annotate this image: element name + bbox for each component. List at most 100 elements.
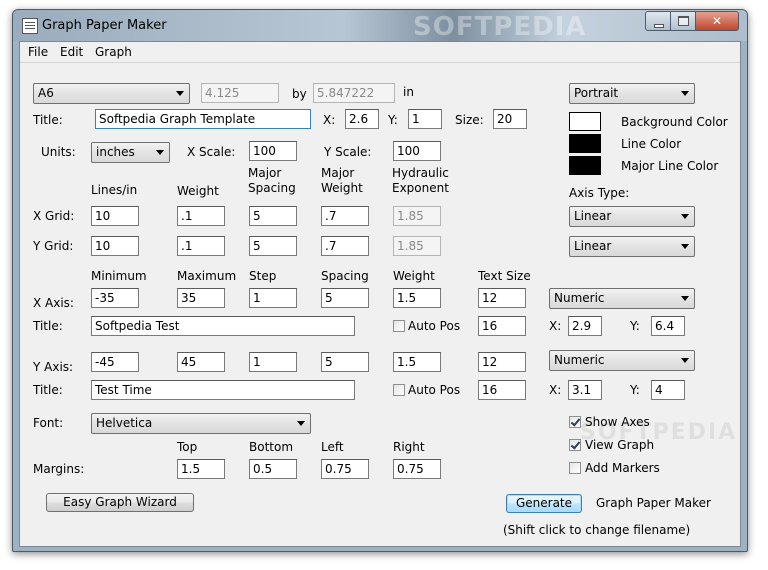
view-graph-label[interactable]: View Graph xyxy=(585,438,654,452)
add-markers-checkbox[interactable] xyxy=(569,462,581,474)
minimize-button[interactable] xyxy=(645,11,671,31)
menu-file[interactable]: File xyxy=(28,45,48,59)
chevron-down-icon xyxy=(297,421,305,426)
chevron-down-icon xyxy=(681,91,689,96)
y-axis-auto-pos-label[interactable]: Auto Pos xyxy=(408,383,460,397)
x-grid-major-weight-input[interactable]: .7 xyxy=(321,206,369,226)
y-axis-title-x-input[interactable]: 3.1 xyxy=(568,380,602,400)
x-axis-title-size-input[interactable]: 16 xyxy=(478,316,526,336)
title-y-input[interactable]: 1 xyxy=(408,109,442,129)
y-axis-step-input[interactable]: 1 xyxy=(249,352,297,372)
y-grid-weight-input[interactable]: .1 xyxy=(177,236,225,256)
generate-button[interactable]: Generate xyxy=(506,494,582,513)
axes-header-text-size: Text Size xyxy=(478,269,531,283)
x-axis-type-value: Linear xyxy=(574,209,612,223)
x-axis-weight-input[interactable]: 1.5 xyxy=(393,288,441,308)
x-grid-hydraulic-input: 1.85 xyxy=(393,206,441,226)
maximize-button[interactable] xyxy=(670,11,696,31)
axes-header-spacing: Spacing xyxy=(321,269,369,283)
add-markers-label[interactable]: Add Markers xyxy=(585,461,660,475)
x-axis-minimum-input[interactable]: -35 xyxy=(91,288,139,308)
title-size-label: Size: xyxy=(455,113,484,127)
x-grid-weight-input[interactable]: .1 xyxy=(177,206,225,226)
y-axis-weight-input[interactable]: 1.5 xyxy=(393,352,441,372)
x-axis-auto-pos-label[interactable]: Auto Pos xyxy=(408,319,460,333)
x-axis-format-select[interactable]: Numeric xyxy=(549,288,695,309)
margin-header-top: Top xyxy=(177,440,198,454)
y-grid-major-spacing-input[interactable]: 5 xyxy=(249,236,297,256)
x-axis-title-y-input[interactable]: 6.4 xyxy=(651,316,685,336)
y-axis-title-size-input[interactable]: 16 xyxy=(478,380,526,400)
y-axis-title-input[interactable]: Test Time xyxy=(91,380,355,400)
graph-title-label: Title: xyxy=(33,113,63,127)
margin-header-right: Right xyxy=(393,440,425,454)
x-axis-title-input[interactable]: Softpedia Test xyxy=(91,316,355,336)
axes-header-weight: Weight xyxy=(393,269,435,283)
units-select[interactable]: inches xyxy=(91,142,170,163)
chevron-down-icon xyxy=(176,91,184,96)
y-axis-format-select[interactable]: Numeric xyxy=(549,350,695,371)
margin-right-input[interactable]: 0.75 xyxy=(393,459,441,479)
easy-graph-wizard-button[interactable]: Easy Graph Wizard xyxy=(46,493,194,512)
y-axis-title-y-input[interactable]: 4 xyxy=(651,380,685,400)
y-axis-maximum-input[interactable]: 45 xyxy=(177,352,225,372)
chevron-down-icon xyxy=(681,296,689,301)
x-axis-title-label: Title: xyxy=(33,319,63,333)
x-axis-spacing-input[interactable]: 5 xyxy=(321,288,369,308)
page-size-value: A6 xyxy=(38,86,54,100)
grid-header-lines: Lines/in xyxy=(91,183,138,197)
graph-title-input[interactable]: Softpedia Graph Template xyxy=(95,109,311,129)
line-color-label: Line Color xyxy=(621,137,682,151)
x-grid-lines-input[interactable]: 10 xyxy=(91,206,139,226)
major-line-color-swatch[interactable] xyxy=(569,156,601,175)
x-scale-label: X Scale: xyxy=(187,145,236,159)
show-axes-label[interactable]: Show Axes xyxy=(585,415,650,429)
y-grid-major-weight-input[interactable]: .7 xyxy=(321,236,369,256)
font-value: Helvetica xyxy=(96,416,153,430)
chevron-down-icon xyxy=(681,358,689,363)
title-y-label: Y: xyxy=(388,113,398,127)
y-axis-type-select[interactable]: Linear xyxy=(569,236,695,257)
close-button[interactable]: ✕ xyxy=(695,11,739,31)
y-grid-hydraulic-input: 1.85 xyxy=(393,236,441,256)
line-color-swatch[interactable] xyxy=(569,134,601,153)
x-scale-input[interactable]: 100 xyxy=(249,141,297,161)
y-axis-title-y-label: Y: xyxy=(630,383,640,397)
y-axis-format-value: Numeric xyxy=(554,353,605,367)
y-axis-auto-pos-checkbox[interactable] xyxy=(393,384,405,396)
x-axis-type-select[interactable]: Linear xyxy=(569,206,695,227)
y-axis-label: Y Axis: xyxy=(33,360,74,374)
x-grid-major-spacing-input[interactable]: 5 xyxy=(249,206,297,226)
menu-edit[interactable]: Edit xyxy=(60,45,83,59)
x-axis-step-input[interactable]: 1 xyxy=(249,288,297,308)
show-axes-checkbox[interactable] xyxy=(569,416,581,428)
page-size-select[interactable]: A6 xyxy=(33,83,190,104)
title-size-input[interactable]: 20 xyxy=(493,109,527,129)
axes-header-minimum: Minimum xyxy=(91,269,147,283)
title-x-input[interactable]: 2.6 xyxy=(345,109,379,129)
x-axis-text-size-input[interactable]: 12 xyxy=(478,288,526,308)
orientation-select[interactable]: Portrait xyxy=(569,83,695,104)
y-axis-minimum-input[interactable]: -45 xyxy=(91,352,139,372)
view-graph-checkbox[interactable] xyxy=(569,439,581,451)
y-axis-text-size-input[interactable]: 12 xyxy=(478,352,526,372)
y-axis-title-label: Title: xyxy=(33,383,63,397)
menu-graph[interactable]: Graph xyxy=(95,45,132,59)
font-select[interactable]: Helvetica xyxy=(91,413,311,434)
background-color-swatch[interactable] xyxy=(569,112,601,131)
app-icon xyxy=(22,18,38,34)
y-axis-spacing-input[interactable]: 5 xyxy=(321,352,369,372)
title-bar[interactable]: Graph Paper Maker SOFTPEDIA ✕ xyxy=(13,10,747,42)
units-label: Units: xyxy=(41,145,76,159)
margins-label: Margins: xyxy=(33,462,85,476)
margin-bottom-input[interactable]: 0.5 xyxy=(249,459,297,479)
margin-top-input[interactable]: 1.5 xyxy=(177,459,225,479)
y-scale-input[interactable]: 100 xyxy=(393,141,441,161)
x-axis-maximum-input[interactable]: 35 xyxy=(177,288,225,308)
grid-header-major-spacing: Major Spacing xyxy=(248,166,296,195)
x-axis-title-x-input[interactable]: 2.9 xyxy=(568,316,602,336)
margin-left-input[interactable]: 0.75 xyxy=(321,459,369,479)
y-axis-title-x-label: X: xyxy=(549,383,562,397)
x-axis-auto-pos-checkbox[interactable] xyxy=(393,320,405,332)
y-grid-lines-input[interactable]: 10 xyxy=(91,236,139,256)
